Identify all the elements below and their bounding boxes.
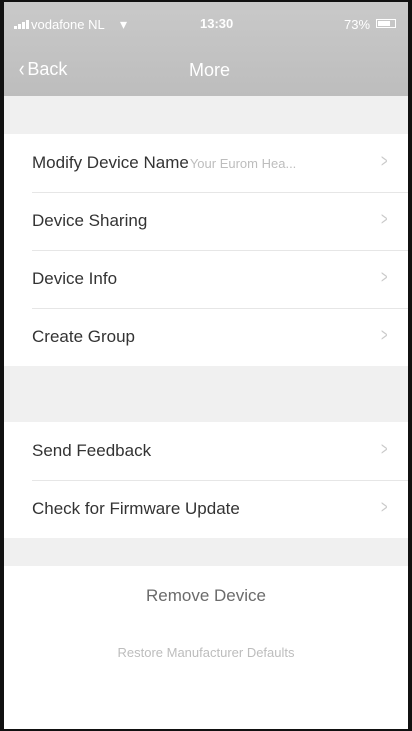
back-label: Back (27, 58, 68, 79)
device-info-row[interactable]: Device Info > (4, 250, 408, 308)
row-label: Device Sharing (32, 211, 148, 230)
device-sharing-row[interactable]: Device Sharing > (4, 192, 408, 250)
create-group-row[interactable]: Create Group > (4, 308, 408, 366)
row-label: Create Group (32, 327, 135, 346)
row-label: Check for Firmware Update (32, 499, 240, 518)
device-settings-group: Modify Device Name Your Eurom Hea... > D… (4, 134, 408, 366)
section-spacer (4, 96, 408, 134)
navigation-bar: vodafone NL ▾ 13:30 73% ‹ Back More (4, 2, 408, 96)
section-spacer (4, 366, 408, 422)
send-feedback-row[interactable]: Send Feedback > (4, 422, 408, 480)
chevron-right-icon: > (381, 325, 388, 345)
back-button[interactable]: ‹ Back (18, 56, 68, 81)
phone-screen: vodafone NL ▾ 13:30 73% ‹ Back More Modi… (0, 0, 412, 731)
chevron-right-icon: > (381, 267, 388, 287)
chevron-right-icon: > (381, 497, 388, 517)
battery-percentage: 73% (344, 17, 371, 32)
chevron-right-icon: > (381, 439, 388, 459)
device-name-value: Your Eurom Hea... (189, 155, 297, 171)
status-bar: vodafone NL ▾ 13:30 73% (4, 2, 408, 46)
carrier-name: vodafone NL (31, 17, 105, 32)
signal-strength-icon (14, 20, 29, 29)
chevron-right-icon: > (381, 209, 388, 229)
row-label: Send Feedback (32, 441, 152, 460)
restore-defaults-button[interactable]: Restore Manufacturer Defaults (4, 626, 408, 686)
remove-device-button[interactable]: Remove Device (4, 566, 408, 626)
page-title: More (189, 60, 231, 80)
modify-device-name-row[interactable]: Modify Device Name Your Eurom Hea... > (4, 134, 408, 192)
section-spacer (4, 538, 408, 566)
row-label: Device Info (32, 269, 118, 288)
wifi-icon: ▾ (120, 16, 128, 32)
support-settings-group: Send Feedback > Check for Firmware Updat… (4, 422, 408, 538)
chevron-left-icon: ‹ (18, 56, 25, 81)
row-label: Modify Device Name (32, 153, 189, 172)
status-time: 13:30 (200, 16, 234, 31)
chevron-right-icon: > (381, 151, 388, 171)
battery-icon (376, 19, 396, 28)
check-firmware-update-row[interactable]: Check for Firmware Update > (4, 480, 408, 538)
